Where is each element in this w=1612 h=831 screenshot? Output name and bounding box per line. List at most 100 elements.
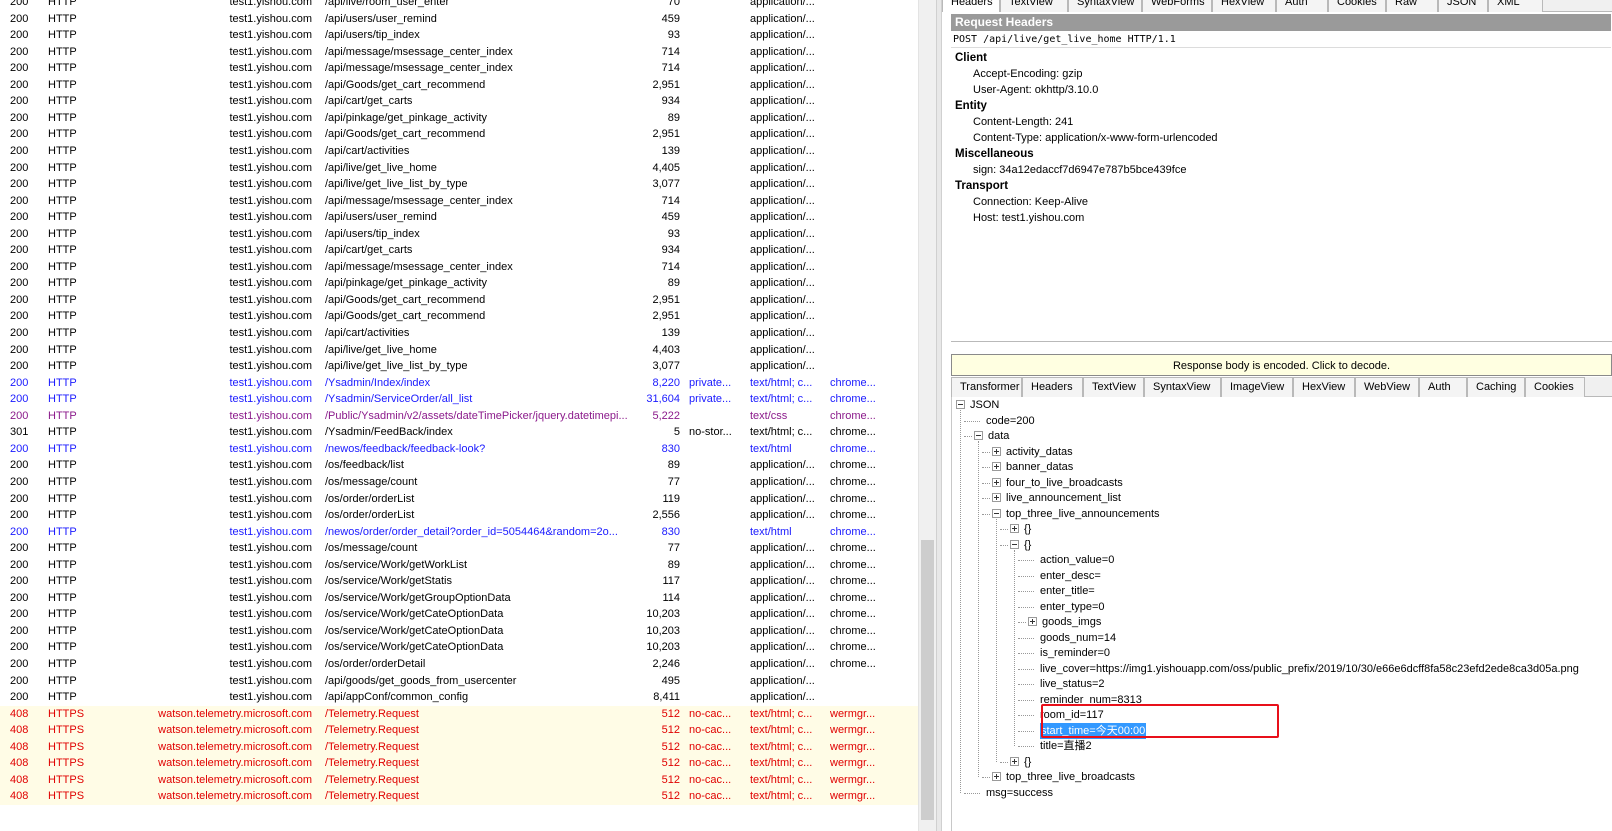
header-group-entity[interactable]: Entity	[951, 98, 1611, 114]
json-tree-view[interactable]: JSON code=200 data activity_datas banner_dat…	[951, 397, 1612, 831]
header-item[interactable]: Content-Length: 241	[951, 114, 1611, 130]
tab-cookies[interactable]: Cookies	[1328, 0, 1386, 12]
tab-hexview[interactable]: HexView	[1212, 0, 1276, 12]
session-row[interactable]: 200 HTTP test1.yishou.com/os/message/count…	[0, 540, 918, 557]
session-row[interactable]: 200 HTTP test1.yishou.com/os/message/count…	[0, 474, 918, 491]
session-row[interactable]: 200 HTTP test1.yishou.com/api/Goods/get_ca…	[0, 77, 918, 94]
session-row[interactable]: 200 HTTP test1.yishou.com/api/users/user_r…	[0, 11, 918, 28]
session-row[interactable]: 200 HTTP test1.yishou.com/Public/Ysadmin/v…	[0, 408, 918, 425]
session-row[interactable]: 301 HTTP test1.yishou.com/Ysadmin/FeedBack…	[0, 424, 918, 441]
collapse-icon[interactable]	[974, 431, 983, 440]
tab-json[interactable]: JSON	[1438, 0, 1488, 12]
session-row[interactable]: 200 HTTP test1.yishou.com/api/users/tip_in…	[0, 27, 918, 44]
session-row[interactable]: 200 HTTP test1.yishou.com/os/service/Work/…	[0, 590, 918, 607]
session-row[interactable]: 200 HTTP test1.yishou.com/os/order/orderLi…	[0, 507, 918, 524]
tab-headers[interactable]: Headers	[1022, 377, 1083, 397]
session-row[interactable]: 200 HTTP test1.yishou.com/api/live/room_us…	[0, 0, 918, 11]
tab-xml[interactable]: XML	[1488, 0, 1543, 12]
session-row[interactable]: 200 HTTP test1.yishou.com/api/message/mses…	[0, 60, 918, 77]
header-item[interactable]: User-Agent: okhttp/3.10.0	[951, 82, 1611, 98]
url-cell: /os/order/orderDetail	[325, 658, 426, 670]
session-row[interactable]: 200 HTTP test1.yishou.com/os/service/Work/…	[0, 573, 918, 590]
session-row[interactable]: 200 HTTP test1.yishou.com/api/goods/get_go…	[0, 673, 918, 690]
session-row[interactable]: 200 HTTP test1.yishou.com/Ysadmin/Index/in…	[0, 375, 918, 392]
session-row[interactable]: 200 HTTP test1.yishou.com/api/cart/get_car…	[0, 242, 918, 259]
expand-icon[interactable]	[992, 772, 1001, 781]
session-row[interactable]: 200 HTTP test1.yishou.com/api/pinkage/get_…	[0, 110, 918, 127]
collapse-icon[interactable]	[1010, 539, 1019, 549]
session-row[interactable]: 408 HTTPS watson.telemetry.microsoft.com/T…	[0, 738, 918, 756]
tab-syntaxview[interactable]: SyntaxView	[1144, 377, 1221, 397]
expand-icon[interactable]	[992, 462, 1001, 471]
session-row[interactable]: 200 HTTP test1.yishou.com/Ysadmin/ServiceO…	[0, 391, 918, 408]
protocol-cell: HTTP	[48, 310, 77, 323]
tab-textview[interactable]: TextView	[1000, 0, 1068, 12]
session-row[interactable]: 408 HTTPS watson.telemetry.microsoft.com/T…	[0, 788, 918, 806]
session-row[interactable]: 200 HTTP test1.yishou.com/api/message/mses…	[0, 259, 918, 276]
session-row[interactable]: 200 HTTP test1.yishou.com/os/order/orderDe…	[0, 656, 918, 673]
session-row[interactable]: 200 HTTP test1.yishou.com/api/cart/activit…	[0, 325, 918, 342]
expand-icon[interactable]	[1010, 756, 1019, 766]
tab-hexview[interactable]: HexView	[1293, 377, 1355, 397]
expand-icon[interactable]	[992, 493, 1001, 502]
header-group-client[interactable]: Client	[951, 50, 1611, 66]
tab-webforms[interactable]: WebForms	[1142, 0, 1212, 12]
expand-icon[interactable]	[1028, 617, 1037, 626]
session-row[interactable]: 408 HTTPS watson.telemetry.microsoft.com/T…	[0, 771, 918, 789]
collapse-icon[interactable]	[992, 508, 1001, 518]
expand-icon[interactable]	[992, 477, 1001, 487]
session-row[interactable]: 200 HTTP test1.yishou.com/api/live/get_liv…	[0, 342, 918, 359]
session-row[interactable]: 200 HTTP test1.yishou.com/os/service/Work/…	[0, 557, 918, 574]
session-row[interactable]: 200 HTTP test1.yishou.com/api/users/user_r…	[0, 209, 918, 226]
tab-webview[interactable]: WebView	[1355, 377, 1419, 397]
host-cell: test1.yishou.com	[229, 674, 312, 687]
header-item[interactable]: sign: 34a12edaccf7d6947e787b5bce439fce	[951, 162, 1611, 178]
session-row[interactable]: 200 HTTP test1.yishou.com/api/users/tip_in…	[0, 226, 918, 243]
header-group-miscellaneous[interactable]: Miscellaneous	[951, 146, 1611, 162]
collapse-icon[interactable]	[956, 400, 965, 409]
session-list-scrollbar[interactable]	[918, 0, 936, 831]
session-row[interactable]: 200 HTTP test1.yishou.com/api/message/mses…	[0, 193, 918, 210]
session-list[interactable]: 200 HTTP test1.yishou.com/api/live/room_us…	[0, 0, 918, 831]
tab-raw[interactable]: Raw	[1386, 0, 1438, 12]
session-row[interactable]: 200 HTTP test1.yishou.com/api/live/get_liv…	[0, 358, 918, 375]
session-row[interactable]: 200 HTTP test1.yishou.com/newos/feedback/f…	[0, 441, 918, 458]
header-item[interactable]: Content-Type: application/x-www-form-url…	[951, 130, 1611, 146]
tab-auth[interactable]: Auth	[1276, 0, 1328, 12]
session-row[interactable]: 200 HTTP test1.yishou.com/os/service/Work/…	[0, 623, 918, 640]
expand-icon[interactable]	[1010, 524, 1019, 533]
session-row[interactable]: 408 HTTPS watson.telemetry.microsoft.com/T…	[0, 722, 918, 740]
tab-auth[interactable]: Auth	[1419, 377, 1467, 397]
session-row[interactable]: 200 HTTP test1.yishou.com/os/order/orderLi…	[0, 491, 918, 508]
header-group-transport[interactable]: Transport	[951, 178, 1611, 194]
session-row[interactable]: 200 HTTP test1.yishou.com/api/cart/activit…	[0, 143, 918, 160]
header-item[interactable]: Host: test1.yishou.com	[951, 210, 1611, 226]
tab-headers[interactable]: Headers	[942, 0, 1000, 12]
header-item[interactable]: Connection: Keep-Alive	[951, 194, 1611, 210]
session-row[interactable]: 200 HTTP test1.yishou.com/os/service/Work/…	[0, 639, 918, 656]
session-row[interactable]: 408 HTTPS watson.telemetry.microsoft.com/T…	[0, 705, 918, 723]
session-row[interactable]: 200 HTTP test1.yishou.com/api/Goods/get_ca…	[0, 308, 918, 325]
session-row[interactable]: 200 HTTP test1.yishou.com/api/message/mses…	[0, 44, 918, 61]
header-item[interactable]: Accept-Encoding: gzip	[951, 66, 1611, 82]
session-row[interactable]: 200 HTTP test1.yishou.com/api/live/get_liv…	[0, 160, 918, 177]
tab-cookies[interactable]: Cookies	[1525, 377, 1585, 397]
tab-transformer[interactable]: Transformer	[951, 377, 1022, 397]
session-row[interactable]: 200 HTTP test1.yishou.com/api/Goods/get_ca…	[0, 292, 918, 309]
scrollbar-thumb[interactable]	[921, 540, 934, 820]
tab-textview[interactable]: TextView	[1083, 377, 1144, 397]
session-row[interactable]: 200 HTTP test1.yishou.com/os/service/Work/…	[0, 606, 918, 623]
session-row[interactable]: 200 HTTP test1.yishou.com/api/cart/get_car…	[0, 93, 918, 110]
session-row[interactable]: 200 HTTP test1.yishou.com/api/live/get_liv…	[0, 176, 918, 193]
tab-imageview[interactable]: ImageView	[1221, 377, 1293, 397]
session-row[interactable]: 200 HTTP test1.yishou.com/api/Goods/get_ca…	[0, 126, 918, 143]
tab-syntaxview[interactable]: SyntaxView	[1068, 0, 1142, 12]
decode-response-bar[interactable]: Response body is encoded. Click to decod…	[951, 354, 1612, 376]
tab-caching[interactable]: Caching	[1467, 377, 1525, 397]
session-row[interactable]: 200 HTTP test1.yishou.com/os/feedback/list…	[0, 457, 918, 474]
session-row[interactable]: 200 HTTP test1.yishou.com/api/pinkage/get_…	[0, 275, 918, 292]
session-row[interactable]: 200 HTTP test1.yishou.com/api/appConf/comm…	[0, 689, 918, 706]
session-row[interactable]: 200 HTTP test1.yishou.com/newos/order/orde…	[0, 524, 918, 541]
session-row[interactable]: 408 HTTPS watson.telemetry.microsoft.com/T…	[0, 755, 918, 773]
expand-icon[interactable]	[992, 446, 1001, 456]
